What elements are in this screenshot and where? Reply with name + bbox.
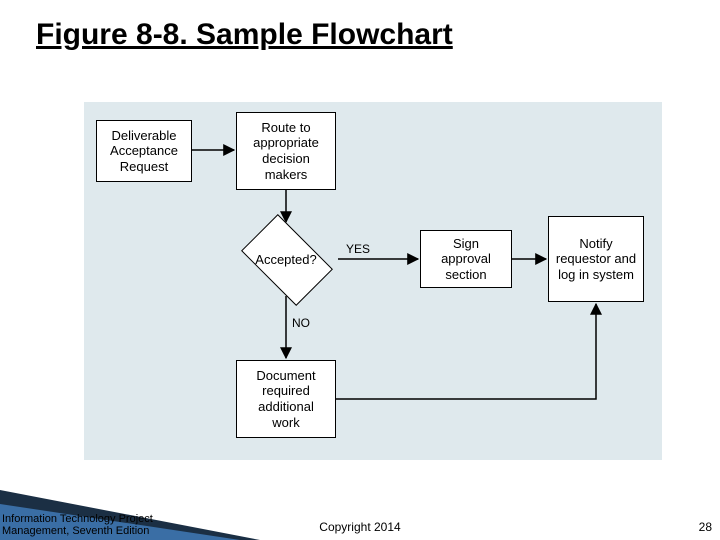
- node-document: Document required additional work: [236, 360, 336, 438]
- node-sign-text: Sign approval section: [427, 236, 505, 283]
- slide-number: 28: [699, 520, 712, 534]
- node-deliverable-text: Deliverable Acceptance Request: [103, 128, 185, 175]
- node-document-text: Document required additional work: [243, 368, 329, 430]
- footer-left: Information Technology Project Managemen…: [2, 513, 153, 538]
- flowchart-area: Deliverable Acceptance Request Route to …: [84, 102, 662, 460]
- node-sign: Sign approval section: [420, 230, 512, 288]
- node-decision: [241, 214, 333, 306]
- edge-label-yes: YES: [346, 242, 370, 256]
- node-notify-text: Notify requestor and log in system: [555, 236, 637, 283]
- footer-left-line1: Information Technology Project: [2, 513, 153, 526]
- node-deliverable: Deliverable Acceptance Request: [96, 120, 192, 182]
- figure-title: Figure 8-8. Sample Flowchart: [36, 18, 453, 52]
- node-route-text: Route to appropriate decision makers: [243, 120, 329, 182]
- footer-left-line2: Management, Seventh Edition: [2, 525, 153, 538]
- node-notify: Notify requestor and log in system: [548, 216, 644, 302]
- edge-label-no: NO: [292, 316, 310, 330]
- node-route: Route to appropriate decision makers: [236, 112, 336, 190]
